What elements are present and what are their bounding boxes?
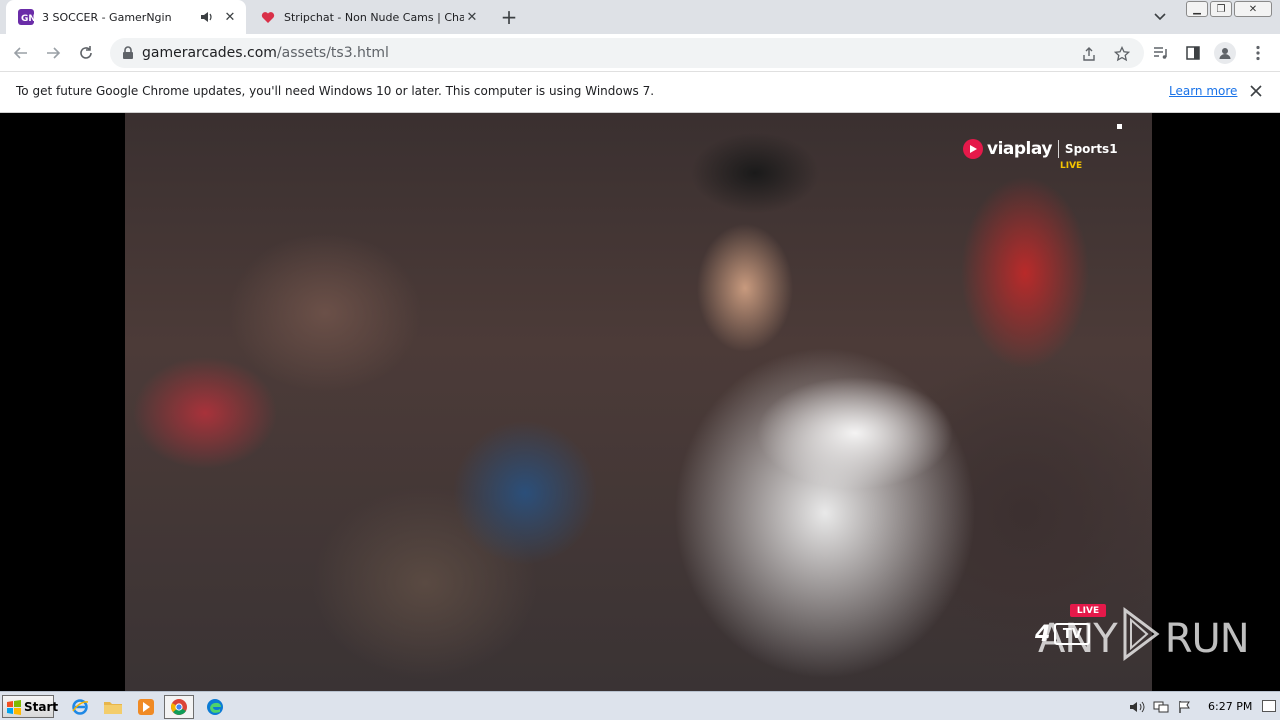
browser-toolbar: gamerarcades.com/assets/ts3.html [0, 34, 1280, 72]
update-infobar: To get future Google Chrome updates, you… [0, 72, 1280, 113]
page-content: viaplay Sports1 LIVE LIVE 4 TV [0, 113, 1280, 691]
viaplay-play-icon [963, 139, 983, 159]
tab-3-soccer[interactable]: GN 3 SOCCER - GamerNgin ✕ [6, 0, 246, 34]
viaplay-logo: viaplay Sports1 [963, 139, 1118, 159]
screen: GN 3 SOCCER - GamerNgin ✕ Stripchat - No… [0, 0, 1280, 720]
forward-button[interactable] [42, 42, 64, 64]
live-indicator: LIVE [1060, 161, 1083, 171]
side-panel-icon[interactable] [1182, 42, 1204, 64]
speaker-icon[interactable] [200, 11, 216, 23]
close-window-button[interactable]: ✕ [1234, 1, 1272, 17]
url-text: gamerarcades.com/assets/ts3.html [142, 45, 389, 61]
minimize-button[interactable]: ▁ [1186, 1, 1208, 17]
internet-explorer-icon[interactable] [68, 696, 92, 718]
logo-separator [1057, 140, 1059, 158]
tab-title: 3 SOCCER - GamerNgin [42, 10, 172, 24]
url-path: /assets/ts3.html [276, 45, 389, 61]
file-explorer-icon[interactable] [101, 696, 125, 718]
watermark-play-icon [1121, 606, 1161, 672]
edge-icon[interactable] [203, 696, 227, 718]
windows-logo-icon [6, 699, 22, 715]
player-dot [1117, 124, 1122, 129]
taskbar-clock[interactable]: 6:27 PM [1208, 700, 1252, 713]
url-domain: gamerarcades.com [142, 45, 277, 61]
new-tab-button[interactable]: + [498, 5, 520, 29]
tab-search-icon[interactable] [1150, 7, 1170, 27]
action-center-flag-icon[interactable] [1176, 698, 1194, 716]
gamerngin-favicon-icon: GN [18, 9, 34, 25]
svg-text:GN: GN [21, 14, 34, 24]
share-icon[interactable] [1080, 45, 1098, 63]
watermark-right: RUN [1164, 616, 1250, 662]
back-button[interactable] [10, 42, 32, 64]
anyrun-watermark: ANY RUN [1038, 606, 1250, 672]
watermark-left: ANY [1038, 616, 1118, 662]
bookmark-star-icon[interactable] [1113, 45, 1131, 63]
network-tray-icon[interactable] [1152, 698, 1170, 716]
lock-icon[interactable] [122, 45, 134, 64]
volume-tray-icon[interactable] [1128, 698, 1146, 716]
infobar-message: To get future Google Chrome updates, you… [16, 84, 655, 98]
tab-strip: GN 3 SOCCER - GamerNgin ✕ Stripchat - No… [0, 0, 1280, 34]
heart-icon [260, 9, 276, 25]
reload-button[interactable] [75, 42, 97, 64]
viaplay-brand: viaplay [987, 139, 1052, 159]
video-player[interactable]: viaplay Sports1 LIVE LIVE 4 TV [125, 113, 1152, 691]
address-bar[interactable]: gamerarcades.com/assets/ts3.html [110, 38, 1144, 68]
media-control-icon[interactable] [1150, 42, 1172, 64]
close-tab-icon[interactable]: ✕ [464, 9, 480, 25]
media-player-icon[interactable] [134, 696, 158, 718]
channel-name: Sports1 [1064, 142, 1118, 156]
close-tab-icon[interactable]: ✕ [222, 9, 238, 25]
windows-taskbar: Start 6:27 PM [0, 691, 1280, 720]
show-desktop-button[interactable] [1262, 700, 1276, 712]
start-label: Start [24, 699, 59, 714]
close-infobar-icon[interactable] [1248, 83, 1264, 99]
restore-button[interactable]: ❐ [1210, 1, 1232, 17]
chrome-taskbar-icon[interactable] [164, 695, 194, 719]
start-button[interactable]: Start [2, 695, 58, 718]
profile-avatar-icon[interactable] [1214, 42, 1236, 64]
tab-stripchat[interactable]: Stripchat - Non Nude Cams | Chat wi ✕ [248, 0, 488, 34]
tab-title: Stripchat - Non Nude Cams | Chat wi [284, 10, 464, 24]
menu-kebab-icon[interactable] [1247, 42, 1269, 64]
learn-more-link[interactable]: Learn more [1169, 84, 1237, 98]
window-controls: ▁ ❐ ✕ [1184, 1, 1272, 17]
